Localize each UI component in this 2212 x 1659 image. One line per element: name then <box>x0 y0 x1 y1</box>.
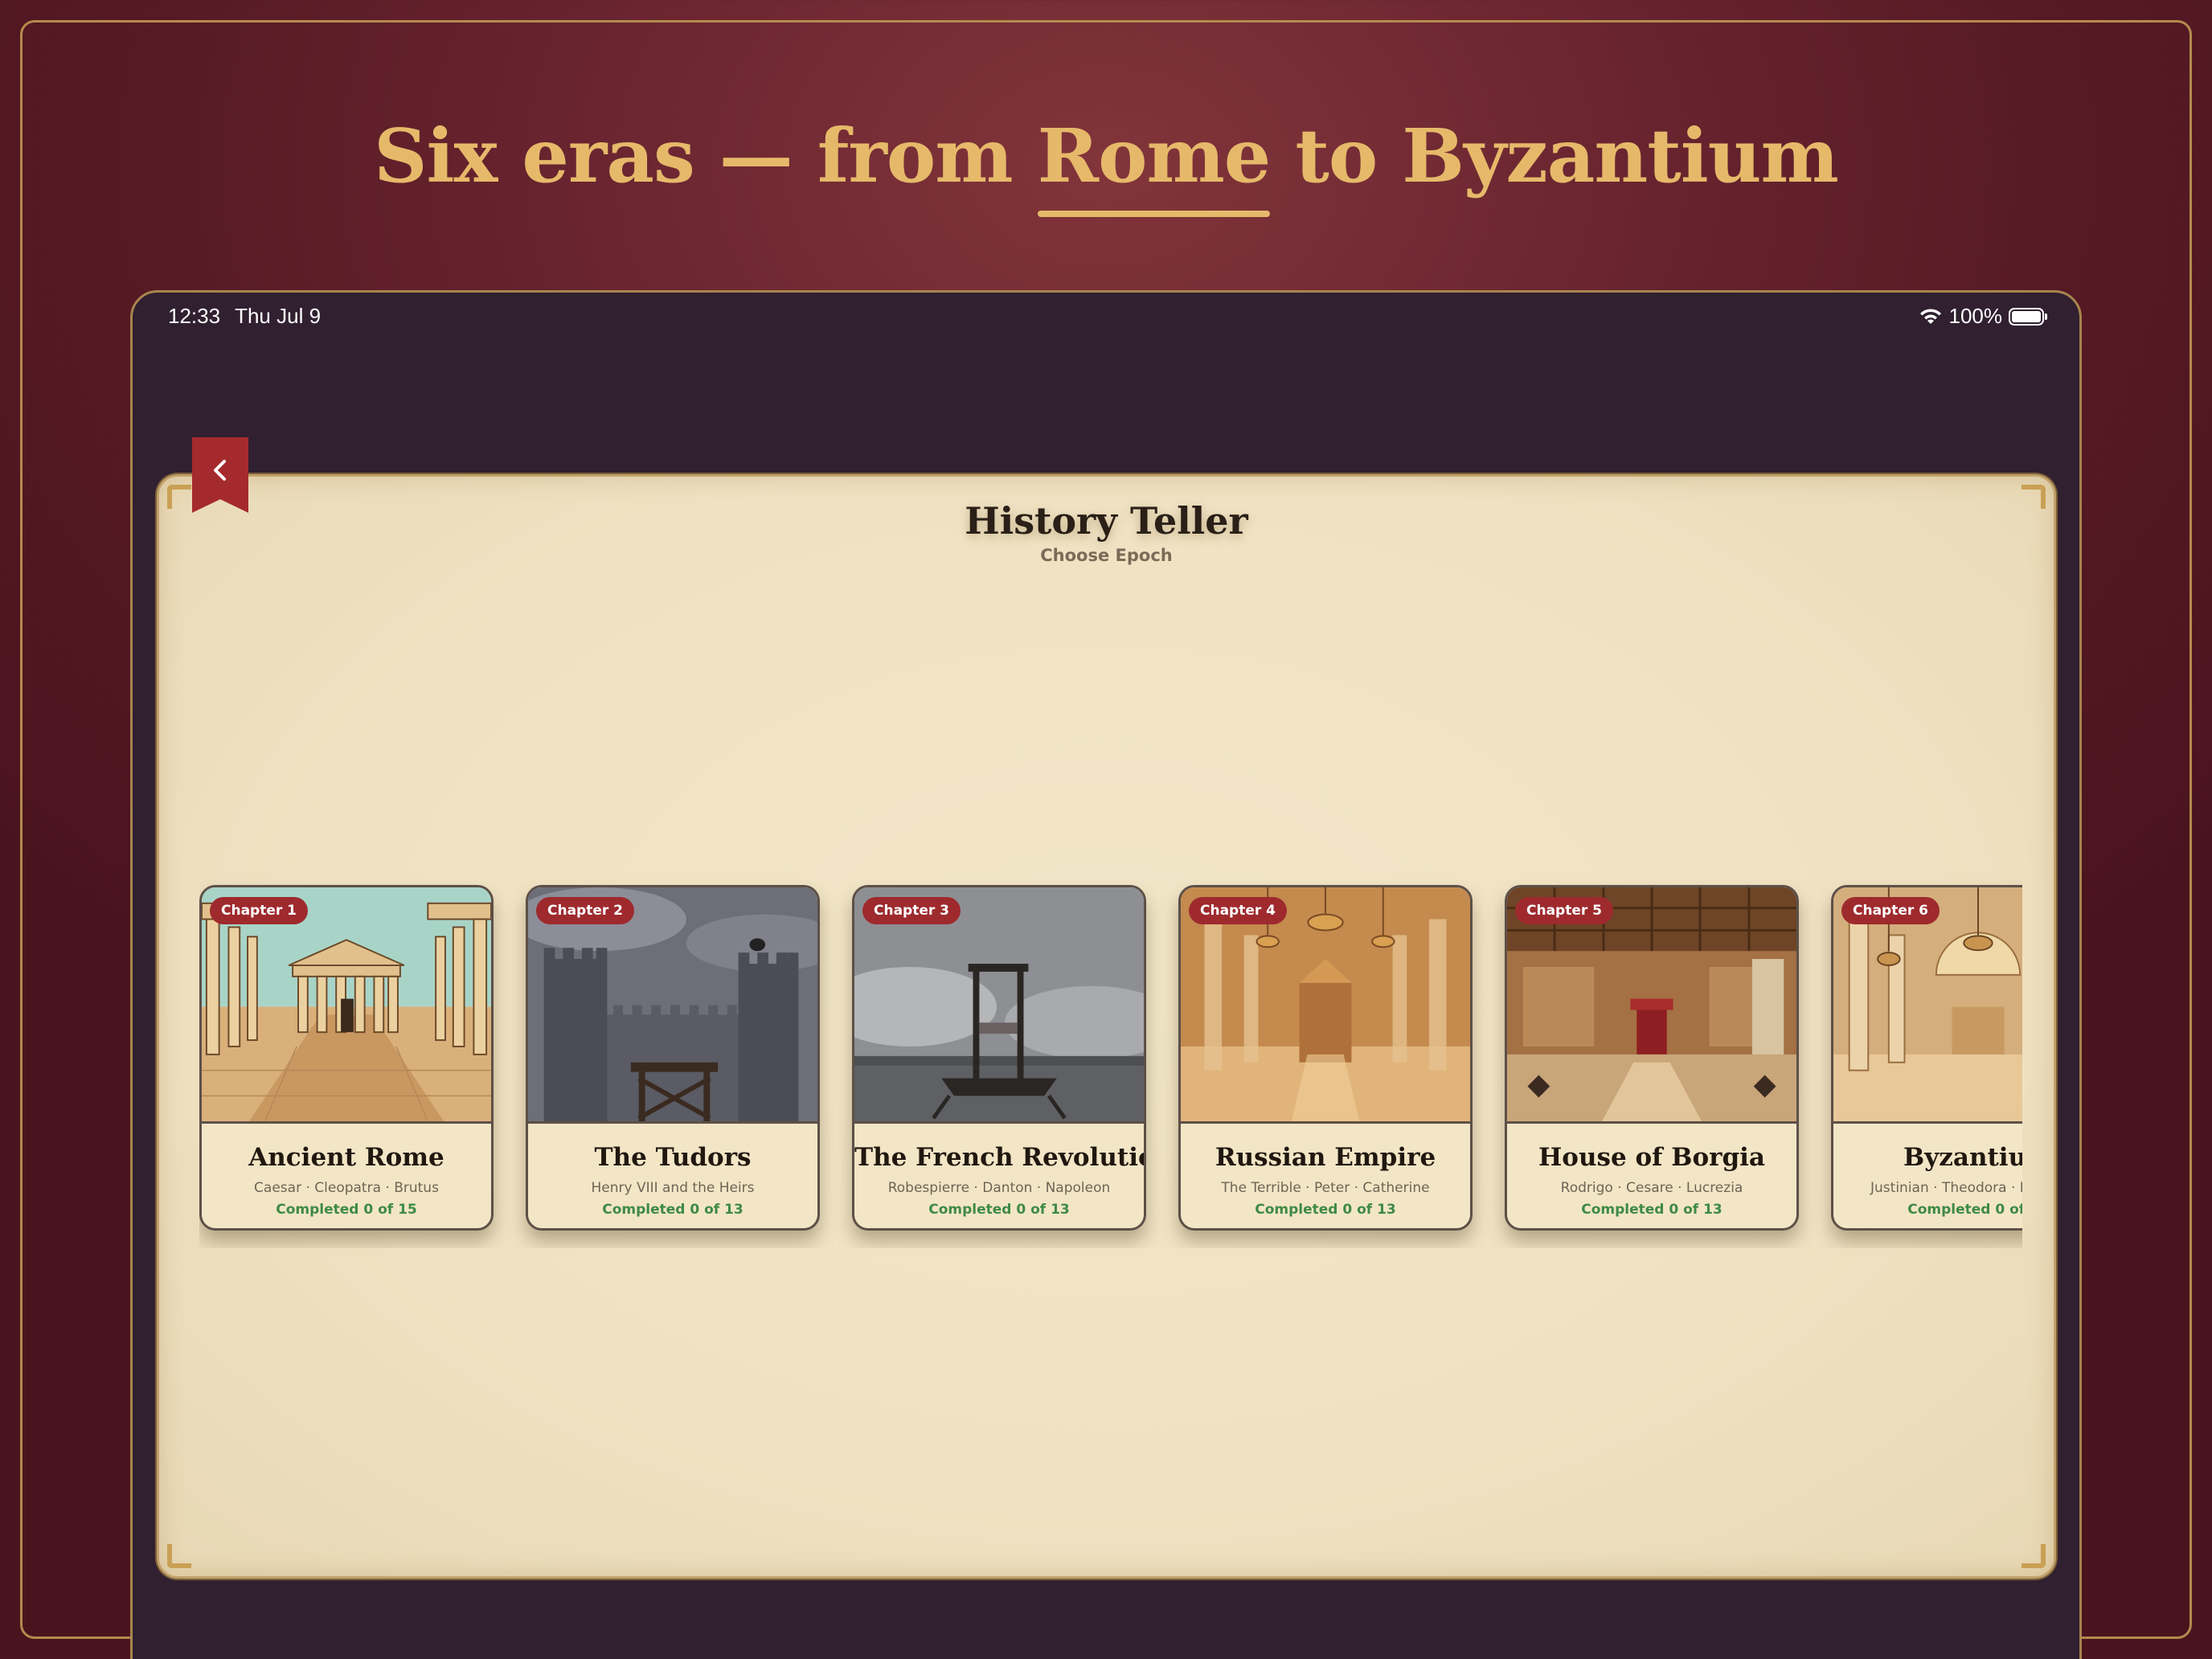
status-date: Thu Jul 9 <box>235 304 322 328</box>
epoch-progress: Completed 0 of 15 <box>276 1202 417 1218</box>
corner-ornament <box>167 1544 191 1568</box>
epoch-title: Russian Empire <box>1215 1143 1436 1172</box>
chapter-badge: Chapter 4 <box>1189 897 1288 924</box>
chapter-badge: Chapter 6 <box>1841 897 1940 924</box>
wifi-icon <box>1919 308 1941 324</box>
epoch-title: The French Revolution <box>854 1143 1146 1172</box>
chapter-badge: Chapter 5 <box>1515 897 1614 924</box>
epoch-card-the-tudors[interactable]: Chapter 2 The Tudors Henry VIII and the … <box>526 885 820 1231</box>
chevron-left-icon <box>214 460 226 481</box>
epoch-progress: Completed 0 of 13 <box>928 1202 1070 1218</box>
status-left: 12:33 Thu Jul 9 <box>168 304 321 329</box>
epoch-card-russian-empire[interactable]: Chapter 4 Russian Empire The Terrible · … <box>1178 885 1473 1231</box>
corner-ornament <box>2022 1544 2046 1568</box>
epoch-progress: Completed 0 of 13 <box>602 1202 743 1218</box>
epoch-figures: Caesar · Cleopatra · Brutus <box>254 1180 439 1196</box>
epoch-card-house-of-borgia[interactable]: Chapter 5 House of Borgia Rodrigo · Cesa… <box>1505 885 1799 1231</box>
epoch-figures: The Terrible · Peter · Catherine <box>1221 1180 1430 1196</box>
epoch-figures: Henry VIII and the Heirs <box>591 1180 755 1196</box>
status-bar: 12:33 Thu Jul 9 100% <box>133 293 2079 341</box>
status-time: 12:33 <box>168 304 221 328</box>
epoch-title: Byzantium <box>1903 1143 2022 1172</box>
chapter-badge: Chapter 3 <box>862 897 961 924</box>
epoch-carousel[interactable]: Chapter 1 Ancient Rome Caesar · Cleopatr… <box>199 879 2022 1248</box>
epoch-card-ancient-rome[interactable]: Chapter 1 Ancient Rome Caesar · Cleopatr… <box>199 885 494 1231</box>
chapter-badge: Chapter 2 <box>536 897 635 924</box>
epoch-title: House of Borgia <box>1538 1143 1766 1172</box>
headline-text-before: Six eras — from <box>374 113 1038 199</box>
chapter-badge: Chapter 1 <box>210 897 309 924</box>
epoch-progress: Completed 0 of 13 <box>1255 1202 1396 1218</box>
headline-text-after: to Byzantium <box>1270 113 1839 199</box>
battery-icon <box>2009 307 2047 326</box>
epoch-progress: Completed 0 of 13 <box>1907 1202 2022 1218</box>
status-right: 100% <box>1919 304 2047 329</box>
epoch-card-byzantium[interactable]: Chapter 6 Byzantium Justinian · Theodora… <box>1831 885 2022 1231</box>
tablet-device: 12:33 Thu Jul 9 100% History Teller Choos… <box>130 290 2082 1659</box>
epoch-title: Ancient Rome <box>248 1143 444 1172</box>
page-headline: Six eras — from Rome to Byzantium <box>0 113 2212 217</box>
epoch-figures: Justinian · Theodora · Belisarius <box>1870 1180 2022 1196</box>
app-title: History Teller <box>965 499 1248 543</box>
app-subtitle: Choose Epoch <box>1040 546 1173 565</box>
headline-underlined-word: Rome <box>1037 113 1271 217</box>
epoch-card-french-revolution[interactable]: Chapter 3 The French Revolution Robespie… <box>852 885 1146 1231</box>
epoch-title: The Tudors <box>594 1143 752 1172</box>
epoch-figures: Rodrigo · Cesare · Lucrezia <box>1560 1180 1743 1196</box>
battery-percent: 100% <box>1948 304 2003 328</box>
epoch-progress: Completed 0 of 13 <box>1581 1202 1722 1218</box>
epoch-figures: Robespierre · Danton · Napoleon <box>887 1180 1111 1196</box>
parchment-panel: History Teller Choose Epoch Chapter 1 An… <box>157 474 2056 1579</box>
